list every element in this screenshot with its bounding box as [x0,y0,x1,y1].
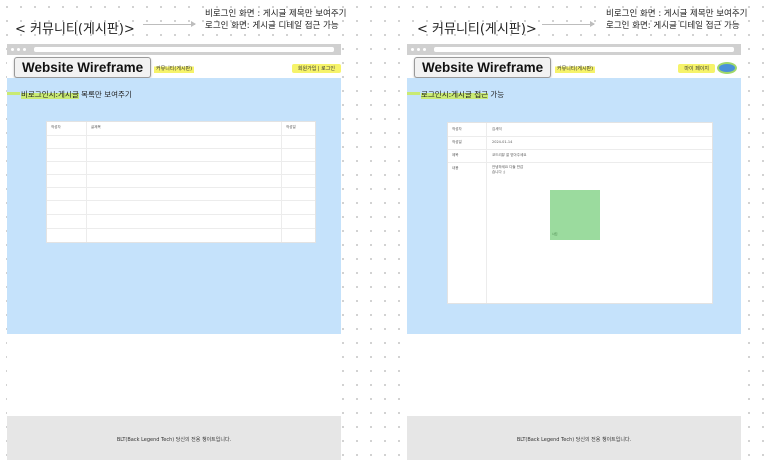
browser-chrome-bar [7,44,341,55]
right-browser-frame: Website Wireframe 커뮤니티(게시판) 마이 페이지 로그인시:… [407,44,741,460]
nav-link-community[interactable]: 커뮤니티(게시판) [154,64,195,73]
address-bar[interactable] [434,47,734,52]
window-dot-icon [17,48,20,51]
detail-key-content: 내용 [448,162,487,303]
right-note-arrow [542,21,595,27]
site-header: Website Wireframe 커뮤니티(게시판) 마이 페이지 [407,55,741,78]
image-caption: 사진 [552,232,558,236]
board-list-table: 작성자 글제목 작성일 [46,121,316,243]
window-dot-icon [411,48,414,51]
post-content-line: 습니다 ;) [492,170,506,174]
detail-value: 김세익 [492,127,502,131]
detail-row-date: 작성일 2024-01-14 [448,136,712,150]
mypage-link[interactable]: 마이 페이지 [678,64,715,73]
section-title: 로그인시:게시글 접근 가능 [421,89,504,100]
table-row[interactable] [47,214,315,229]
site-logo[interactable]: Website Wireframe [414,57,552,78]
detail-value: 2024-01-14 [492,140,513,144]
right-note-line2: 로그인 화면: 게시글 디테일 접근 가능 [606,21,740,31]
detail-row-title: 제목 코드리뷰 잘 받아주세요 [448,149,712,163]
section-title-rest: 가능 [488,90,505,99]
avatar[interactable] [719,64,735,72]
section-title-rest: 목록만 보여주기 [78,90,132,99]
window-dot-icon [11,48,14,51]
left-screen-heading: < 커뮤니티(게시판)> [15,22,135,37]
footer-text: BLT(Back Legend Tech) 당신의 전용 챙이트입니다. [516,437,632,443]
table-row[interactable] [47,200,315,215]
table-row[interactable] [47,228,315,242]
site-footer: BLT(Back Legend Tech) 당신의 전용 챙이트입니다. [7,416,341,460]
table-row[interactable] [47,135,315,149]
section-title-highlight: 로그인시:게시글 접근 [421,90,489,99]
detail-key: 작성일 [448,136,487,149]
left-note-line1: 비로그인 화면 : 게시글 제목만 보여주기 [205,9,347,19]
column-header-title: 글제목 [87,122,282,135]
right-screen-heading: < 커뮤니티(게시판)> [417,22,537,37]
table-row[interactable] [47,148,315,162]
site-logo[interactable]: Website Wireframe [14,57,152,78]
post-detail-card: 작성자 김세익 작성일 2024-01-14 제목 코드리뷰 잘 받아주세요 내… [447,122,713,304]
window-dot-icon [423,48,426,51]
post-image-placeholder: 사진 [550,190,600,240]
table-row[interactable] [47,161,315,175]
detail-key: 제목 [448,149,487,162]
table-header-row: 작성자 글제목 작성일 [47,122,315,136]
section-title: 비로그인시:게시글 목록만 보여주기 [21,89,132,100]
site-footer: BLT(Back Legend Tech) 당신의 전용 챙이트입니다. [407,416,741,460]
nav-link-community[interactable]: 커뮤니티(게시판) [555,64,596,73]
right-note-line1: 비로그인 화면 : 게시글 제목만 보여주기 [606,9,748,19]
left-note-line2: 로그인 화면: 게시글 디테일 접근 가능 [205,21,339,31]
section-marker [407,92,420,95]
left-note-arrow [143,21,196,27]
browser-chrome-bar [407,44,741,55]
left-browser-frame: Website Wireframe 커뮤니티(게시판) 회원가입 | 로그인 비… [7,44,341,460]
site-header: Website Wireframe 커뮤니티(게시판) 회원가입 | 로그인 [7,55,341,78]
footer-text: BLT(Back Legend Tech) 당신의 전용 챙이트입니다. [116,437,232,443]
section-marker [7,92,20,95]
detail-key: 작성자 [448,123,487,136]
section-title-highlight: 비로그인시:게시글 [21,90,79,99]
detail-value: 코드리뷰 잘 받아주세요 [492,153,527,157]
table-row[interactable] [47,174,315,188]
content-area: 로그인시:게시글 접근 가능 작성자 김세익 작성일 2024-01-14 제목… [407,78,741,334]
content-area: 비로그인시:게시글 목록만 보여주기 작성자 글제목 작성일 [7,78,341,334]
window-dot-icon [23,48,26,51]
detail-row-author: 작성자 김세익 [448,123,712,137]
column-header-author: 작성자 [47,122,87,135]
column-header-date: 작성일 [286,125,296,129]
signup-login-link[interactable]: 회원가입 | 로그인 [291,64,341,73]
post-content-text: 안녕하세요 다들 반갑 습니다 ;) [492,165,523,175]
address-bar[interactable] [34,47,334,52]
table-row[interactable] [47,187,315,201]
window-dot-icon [417,48,420,51]
